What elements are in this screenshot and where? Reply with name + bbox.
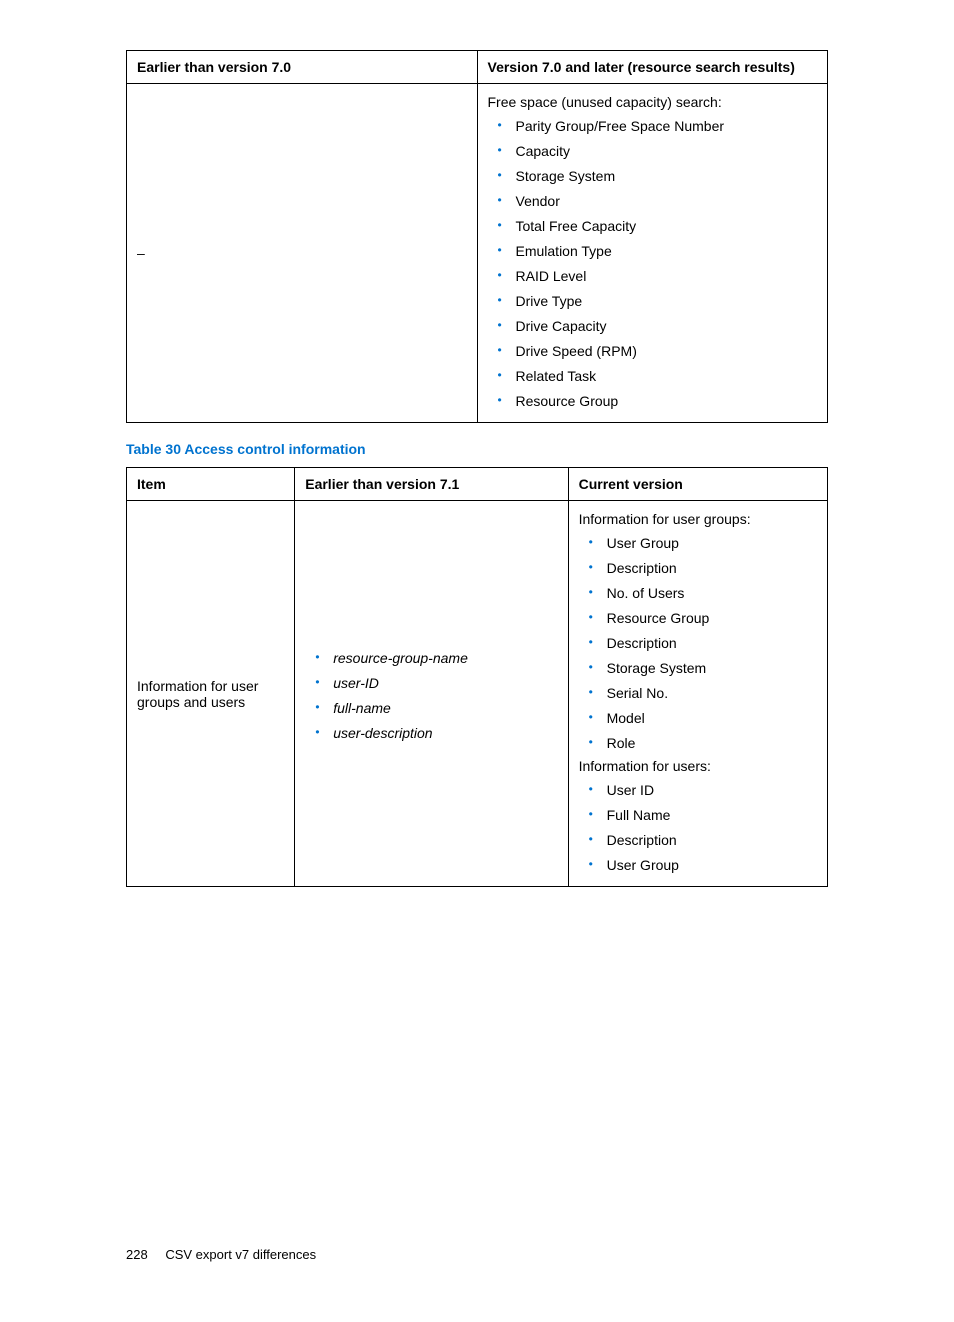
t2-header-col1: Item (127, 468, 295, 501)
list-item: Description (589, 828, 817, 853)
list-item: No. of Users (589, 581, 817, 606)
list-item: Emulation Type (498, 239, 818, 264)
list-item: Storage System (589, 656, 817, 681)
table-row: Information for user groups and users re… (127, 501, 828, 887)
t1-right-intro: Free space (unused capacity) search: (488, 94, 818, 110)
page-footer: 228 CSV export v7 differences (126, 1247, 828, 1262)
list-item: resource-group-name (315, 646, 557, 671)
list-item: User Group (589, 531, 817, 556)
t1-header-col2: Version 7.0 and later (resource search r… (477, 51, 828, 84)
table-earlier-vs-v7: Earlier than version 7.0 Version 7.0 and… (126, 50, 828, 423)
t1-row-right: Free space (unused capacity) search: Par… (477, 84, 828, 423)
list-item: User Group (589, 853, 817, 878)
t2-header-col2: Earlier than version 7.1 (295, 468, 568, 501)
t2-header-col3: Current version (568, 468, 827, 501)
t1-right-list: Parity Group/Free Space Number Capacity … (488, 114, 818, 414)
list-item: Storage System (498, 164, 818, 189)
t2-c3-intro1: Information for user groups: (579, 511, 817, 527)
table-access-control: Item Earlier than version 7.1 Current ve… (126, 467, 828, 887)
t1-header-col1: Earlier than version 7.0 (127, 51, 478, 84)
list-item: Resource Group (498, 389, 818, 414)
list-item: user-description (315, 721, 557, 746)
t2-c2-list: resource-group-name user-ID full-name us… (305, 646, 557, 746)
list-item: Drive Speed (RPM) (498, 339, 818, 364)
t2-row-c2: resource-group-name user-ID full-name us… (295, 501, 568, 887)
list-item: Vendor (498, 189, 818, 214)
list-item: RAID Level (498, 264, 818, 289)
t2-c3-list1: User Group Description No. of Users Reso… (579, 531, 817, 756)
t1-row-left: – (127, 84, 478, 423)
list-item: Description (589, 556, 817, 581)
table-row: – Free space (unused capacity) search: P… (127, 84, 828, 423)
list-item: Model (589, 706, 817, 731)
list-item: user-ID (315, 671, 557, 696)
list-item: Serial No. (589, 681, 817, 706)
list-item: Full Name (589, 803, 817, 828)
list-item: Description (589, 631, 817, 656)
list-item: Capacity (498, 139, 818, 164)
t2-row-c3: Information for user groups: User Group … (568, 501, 827, 887)
table2-caption: Table 30 Access control information (126, 441, 828, 457)
list-item: Resource Group (589, 606, 817, 631)
list-item: Related Task (498, 364, 818, 389)
list-item: Role (589, 731, 817, 756)
t2-row-c1: Information for user groups and users (127, 501, 295, 887)
t2-c3-list2: User ID Full Name Description User Group (579, 778, 817, 878)
footer-section: CSV export v7 differences (165, 1247, 316, 1262)
list-item: Total Free Capacity (498, 214, 818, 239)
page-number: 228 (126, 1247, 148, 1262)
list-item: full-name (315, 696, 557, 721)
list-item: Drive Capacity (498, 314, 818, 339)
list-item: Drive Type (498, 289, 818, 314)
t2-c3-intro2: Information for users: (579, 758, 817, 774)
list-item: User ID (589, 778, 817, 803)
list-item: Parity Group/Free Space Number (498, 114, 818, 139)
